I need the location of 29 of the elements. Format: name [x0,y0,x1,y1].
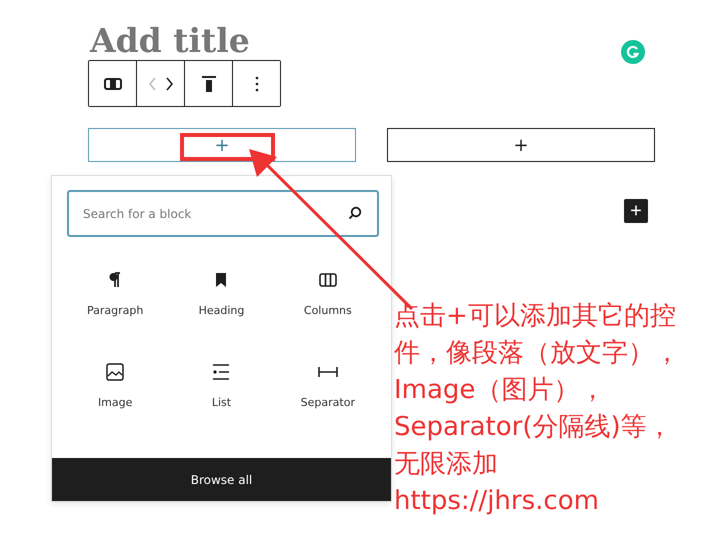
block-item[interactable]: Image [62,349,168,421]
columns-icon [104,78,122,90]
chevron-left-right-icon [148,76,174,90]
block-item[interactable]: List [168,349,275,421]
align-top-icon [200,74,216,92]
block-item[interactable]: Heading [168,257,275,329]
more-vertical-icon [254,76,258,92]
block-label: Image [98,396,132,408]
block-item[interactable]: Separator [274,349,381,421]
block-label: Separator [300,396,355,408]
browse-all-button[interactable]: Browse all [52,458,391,501]
block-label: List [212,396,232,408]
separator-icon [318,366,338,376]
add-block-button[interactable]: + [624,199,648,223]
columns-icon [318,272,337,286]
list-icon [212,364,230,380]
block-item[interactable]: Paragraph [62,257,168,329]
block-appender-button[interactable]: + [387,128,655,162]
image-icon [106,362,124,380]
search-icon [348,206,362,220]
block-label: Heading [198,304,244,316]
block-label: Columns [304,304,352,316]
block-label: Paragraph [86,304,144,316]
columns-block-button[interactable] [89,61,137,106]
title-field[interactable]: Add title [90,22,250,60]
search-field[interactable]: Search for a block [67,190,379,237]
pilcrow-icon [109,272,122,288]
block-item[interactable]: Columns [274,257,381,329]
bookmark-icon [215,272,228,286]
